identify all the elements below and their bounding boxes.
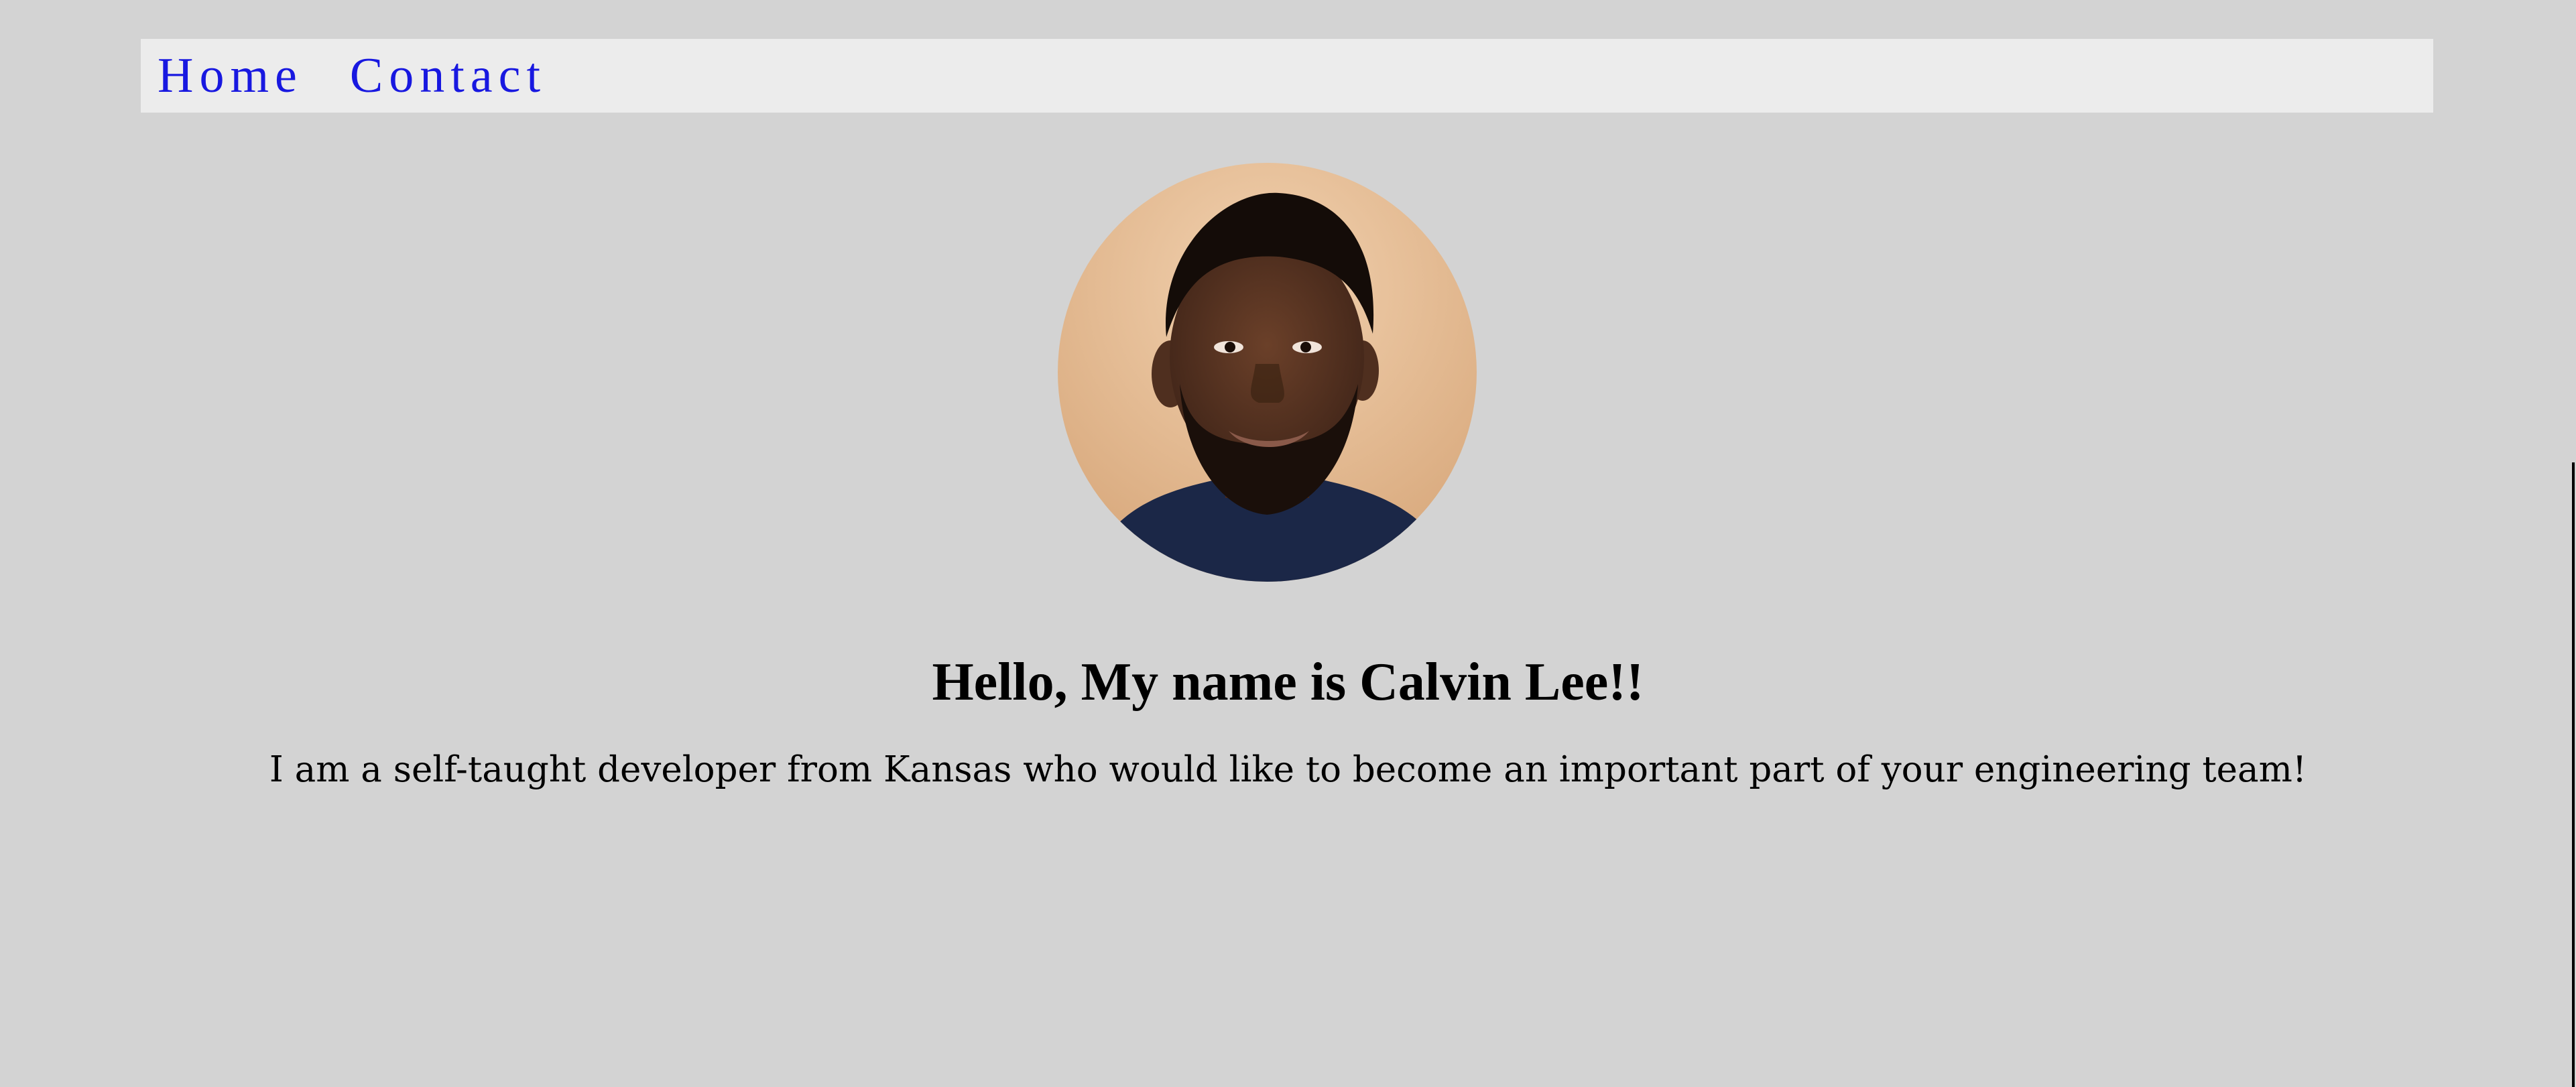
profile-avatar xyxy=(1058,163,1477,582)
nav-link-contact[interactable]: Contact xyxy=(350,51,546,101)
profile-photo-icon xyxy=(1058,163,1477,582)
top-navbar: Home Contact xyxy=(141,39,2433,113)
nav-link-home[interactable]: Home xyxy=(158,51,303,101)
window-edge-divider xyxy=(2572,462,2575,1087)
intro-paragraph: I am a self-taught developer from Kansas… xyxy=(269,749,2307,790)
page-title: Hello, My name is Calvin Lee!! xyxy=(932,653,1644,712)
